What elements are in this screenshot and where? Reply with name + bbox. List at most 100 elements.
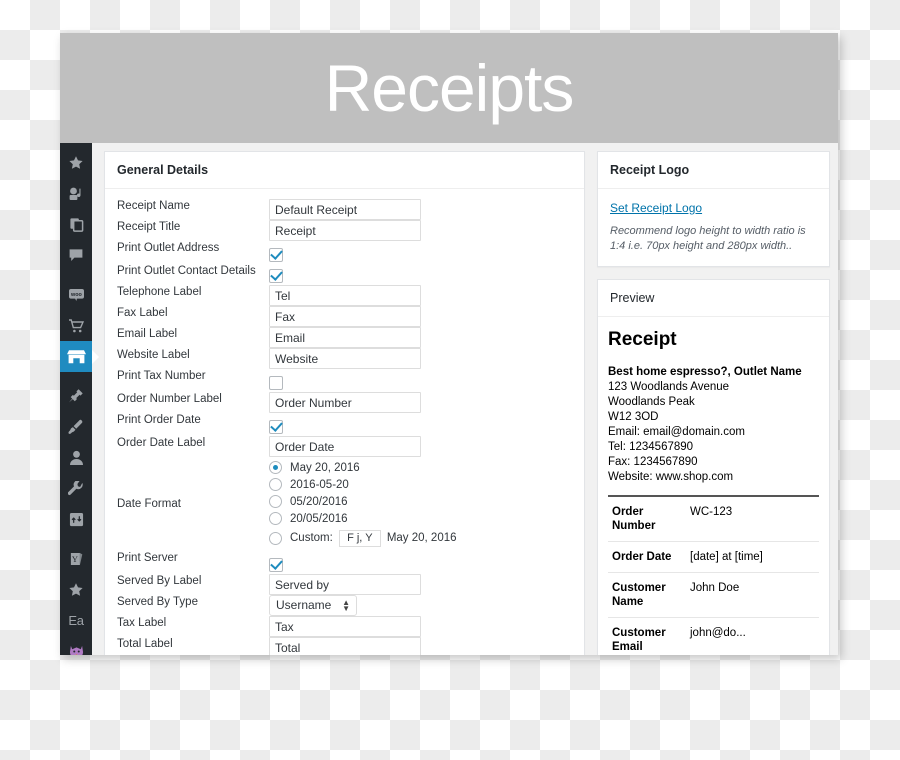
row-key: Order Number — [608, 497, 686, 542]
cart-icon — [68, 318, 84, 332]
sidebar-item-woocommerce-icon[interactable]: woo — [60, 279, 92, 310]
sidebar-item-cart-icon[interactable] — [60, 310, 92, 341]
option-label: 2016-05-20 — [290, 478, 349, 491]
sidebar-item-star-secondary-icon[interactable] — [60, 574, 92, 605]
custom-date-format-input[interactable] — [338, 529, 381, 547]
star-icon — [69, 582, 83, 596]
woo-icon: woo — [68, 288, 84, 301]
form-row: Print Outlet Contact Details — [117, 264, 572, 285]
field-label: Receipt Title — [117, 221, 181, 233]
general-details-panel: General Details Receipt Name Receipt — [104, 151, 585, 655]
print-tax-number-checkbox[interactable] — [269, 375, 283, 390]
date-format-option[interactable]: 05/20/2016 — [269, 493, 572, 510]
field-label: Telephone Label — [117, 286, 202, 298]
sidebar-item-tools-icon[interactable] — [60, 473, 92, 504]
radio-icon[interactable] — [269, 495, 282, 508]
form-row: Print Order Date — [117, 413, 572, 436]
address-line: Fax: 1234567890 — [608, 456, 698, 468]
wrench-icon — [68, 480, 83, 495]
receipt-logo-panel: Receipt Logo Set Receipt Logo Recommend … — [597, 151, 830, 267]
sidebar-item-comments-icon[interactable] — [60, 240, 92, 271]
address-line: Website: www.shop.com — [608, 471, 734, 483]
row-value: [date] at [time] — [686, 541, 819, 573]
content-area: General Details Receipt Name Receipt — [92, 143, 838, 655]
radio-icon[interactable] — [269, 461, 282, 474]
total-label-input[interactable] — [269, 637, 421, 655]
preview-title: Preview — [598, 280, 829, 317]
svg-text:Y: Y — [71, 553, 77, 563]
form-row: Email Label — [117, 327, 572, 348]
set-receipt-logo-link[interactable]: Set Receipt Logo — [610, 201, 702, 215]
option-label: 05/20/2016 — [290, 495, 348, 508]
form-row: Served By Label — [117, 574, 572, 595]
custom-label: Custom: — [290, 532, 333, 544]
date-format-radio-group[interactable]: May 20, 2016 2016-05-20 05/20/2016 20/05… — [269, 457, 572, 551]
sidebar-item-point-of-sale[interactable] — [60, 341, 92, 372]
form-row: Receipt Name — [117, 199, 572, 220]
website-label-input[interactable] — [269, 348, 421, 369]
order-number-label-input[interactable] — [269, 392, 421, 413]
address-line: Email: email@domain.com — [608, 426, 745, 438]
print-outlet-address-checkbox[interactable] — [269, 247, 283, 262]
svg-text:woo: woo — [70, 291, 82, 297]
field-label: Fax Label — [117, 307, 168, 319]
receipt-name-input[interactable] — [269, 199, 421, 220]
sidebar-item-media-icon[interactable] — [60, 178, 92, 209]
field-label: Total Label — [117, 638, 173, 650]
field-label: Print Outlet Contact Details — [117, 265, 256, 277]
date-format-option[interactable]: 2016-05-20 — [269, 476, 572, 493]
telephone-label-input[interactable] — [269, 285, 421, 306]
sidebar-item-appearance-icon[interactable] — [60, 411, 92, 442]
row-value: WC-123 — [686, 497, 819, 542]
settings-icon — [69, 512, 83, 527]
field-label: Email Label — [117, 328, 178, 340]
radio-icon[interactable] — [269, 531, 282, 545]
brush-icon — [68, 419, 83, 434]
sidebar-item-settings-icon[interactable] — [60, 504, 92, 535]
sidebar-item-pages-icon[interactable] — [60, 209, 92, 240]
radio-icon[interactable] — [269, 478, 282, 491]
receipt-title-input[interactable] — [269, 220, 421, 241]
sidebar-item-fox-icon[interactable] — [60, 636, 92, 655]
radio-icon[interactable] — [269, 512, 282, 525]
sidebar-item-plugins-icon[interactable] — [60, 380, 92, 411]
date-format-option[interactable]: May 20, 2016 — [269, 459, 572, 476]
sidebar-item-ea[interactable]: Ea — [60, 605, 92, 636]
star-icon — [69, 155, 83, 169]
date-format-option[interactable]: 20/05/2016 — [269, 510, 572, 527]
form-row: Print Tax Number — [117, 369, 572, 392]
receipt-logo-body: Set Receipt Logo Recommend logo height t… — [598, 189, 829, 266]
row-key: Order Date — [608, 541, 686, 573]
receipt-logo-title: Receipt Logo — [598, 152, 829, 189]
preview-body: Receipt Best home espresso?, Outlet Name… — [598, 317, 829, 655]
admin-sidebar[interactable]: woo Y Ea — [60, 143, 92, 655]
order-date-label-input[interactable] — [269, 436, 421, 457]
sidebar-item-star-icon[interactable] — [60, 147, 92, 178]
option-label: 20/05/2016 — [290, 512, 348, 525]
ea-icon: Ea — [68, 613, 84, 628]
chevron-updown-icon: ▲ ▼ — [342, 597, 350, 613]
side-panels-column: Receipt Logo Set Receipt Logo Recommend … — [597, 151, 830, 655]
served-by-type-label: Served By Type — [117, 596, 198, 608]
address-line: Tel: 1234567890 — [608, 441, 694, 453]
select-value: Username — [276, 598, 332, 612]
email-label-input[interactable] — [269, 327, 421, 348]
sidebar-item-users-icon[interactable] — [60, 442, 92, 473]
print-order-date-checkbox[interactable] — [269, 419, 283, 434]
row-value: john@do... — [686, 617, 819, 655]
served-by-type-select[interactable]: Username ▲ ▼ — [269, 595, 357, 616]
form-row: Telephone Label — [117, 285, 572, 306]
served-by-label-input[interactable] — [269, 574, 421, 595]
address-line: Woodlands Peak — [608, 396, 695, 408]
print-server-checkbox[interactable] — [269, 557, 283, 572]
user-icon — [69, 450, 83, 465]
print-outlet-contact-details-checkbox[interactable] — [269, 268, 283, 283]
form-row-date-format: Date Format May 20, 2016 2016-05-20 05/2… — [117, 457, 572, 551]
form-row: Print Outlet Address — [117, 241, 572, 264]
admin-body: woo Y Ea General Details Receipt Name De… — [60, 143, 838, 655]
fax-label-input[interactable] — [269, 306, 421, 327]
date-format-custom-option[interactable]: Custom: May 20, 2016 — [269, 527, 572, 549]
tax-label-input[interactable] — [269, 616, 421, 637]
store-icon — [66, 350, 86, 364]
sidebar-item-yoast-icon[interactable]: Y — [60, 543, 92, 574]
